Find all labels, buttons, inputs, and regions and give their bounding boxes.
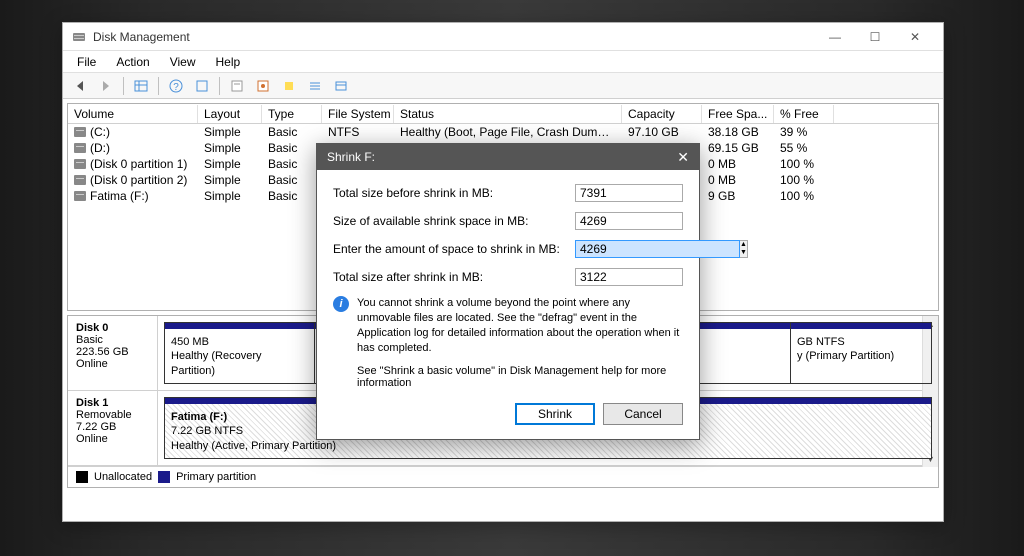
menubar: File Action View Help: [63, 51, 943, 73]
value-available: 4269: [575, 212, 683, 230]
cancel-button[interactable]: Cancel: [603, 403, 683, 425]
toolbar: ?: [63, 73, 943, 99]
col-capacity[interactable]: Capacity: [622, 105, 702, 123]
col-filesystem[interactable]: File System: [322, 105, 394, 123]
maximize-button[interactable]: ☐: [855, 27, 895, 47]
shrink-button[interactable]: Shrink: [515, 403, 595, 425]
col-type[interactable]: Type: [262, 105, 322, 123]
minimize-button[interactable]: —: [815, 27, 855, 47]
details-icon[interactable]: [330, 75, 352, 97]
col-pctfree[interactable]: % Free: [774, 105, 834, 123]
dialog-titlebar: Shrink F: ✕: [317, 144, 699, 170]
volume-icon: [74, 159, 86, 169]
menu-action[interactable]: Action: [106, 53, 159, 71]
col-free[interactable]: Free Spa...: [702, 105, 774, 123]
label-available: Size of available shrink space in MB:: [333, 214, 575, 228]
close-icon[interactable]: ✕: [677, 149, 689, 166]
spin-down-icon[interactable]: ▼: [740, 249, 747, 257]
label-amount: Enter the amount of space to shrink in M…: [333, 242, 575, 256]
menu-view[interactable]: View: [160, 53, 206, 71]
forward-icon[interactable]: [95, 75, 117, 97]
help-icon[interactable]: ?: [165, 75, 187, 97]
table-icon[interactable]: [130, 75, 152, 97]
shrink-amount-input[interactable]: [575, 240, 740, 258]
action-icon[interactable]: [252, 75, 274, 97]
titlebar: Disk Management — ☐ ✕: [63, 23, 943, 51]
disk1-info[interactable]: Disk 1 Removable 7.22 GB Online: [68, 391, 158, 465]
info-text: You cannot shrink a volume beyond the po…: [357, 296, 683, 355]
shrink-dialog: Shrink F: ✕ Total size before shrink in …: [316, 143, 700, 440]
list-icon[interactable]: [304, 75, 326, 97]
table-header: Volume Layout Type File System Status Ca…: [68, 104, 938, 124]
value-total-after: 3122: [575, 268, 683, 286]
new-icon[interactable]: [278, 75, 300, 97]
volume-icon: [74, 127, 86, 137]
help-link-text: See "Shrink a basic volume" in Disk Mana…: [357, 365, 683, 389]
col-volume[interactable]: Volume: [68, 105, 198, 123]
properties-icon[interactable]: [226, 75, 248, 97]
disk0-info[interactable]: Disk 0 Basic 223.56 GB Online: [68, 316, 158, 390]
window-title: Disk Management: [93, 30, 815, 44]
menu-file[interactable]: File: [67, 53, 106, 71]
table-row[interactable]: (C:) Simple Basic NTFS Healthy (Boot, Pa…: [68, 124, 938, 140]
close-button[interactable]: ✕: [895, 27, 935, 47]
app-icon: [71, 29, 87, 45]
svg-text:?: ?: [173, 82, 179, 93]
volume-icon: [74, 175, 86, 185]
volume-icon: [74, 191, 86, 201]
col-layout[interactable]: Layout: [198, 105, 262, 123]
info-icon: i: [333, 296, 349, 312]
dialog-title: Shrink F:: [327, 150, 375, 164]
back-icon[interactable]: [69, 75, 91, 97]
spin-up-icon[interactable]: ▲: [740, 241, 747, 249]
value-total-before: 7391: [575, 184, 683, 202]
legend-primary-swatch: [158, 471, 170, 483]
legend: Unallocated Primary partition: [68, 466, 938, 487]
menu-help[interactable]: Help: [206, 53, 251, 71]
label-total-after: Total size after shrink in MB:: [333, 270, 575, 284]
col-status[interactable]: Status: [394, 105, 622, 123]
label-total-before: Total size before shrink in MB:: [333, 186, 575, 200]
refresh-icon[interactable]: [191, 75, 213, 97]
partition[interactable]: GB NTFSy (Primary Partition): [791, 323, 931, 383]
partition[interactable]: 450 MBHealthy (Recovery Partition): [165, 323, 315, 383]
legend-unallocated-swatch: [76, 471, 88, 483]
volume-icon: [74, 143, 86, 153]
